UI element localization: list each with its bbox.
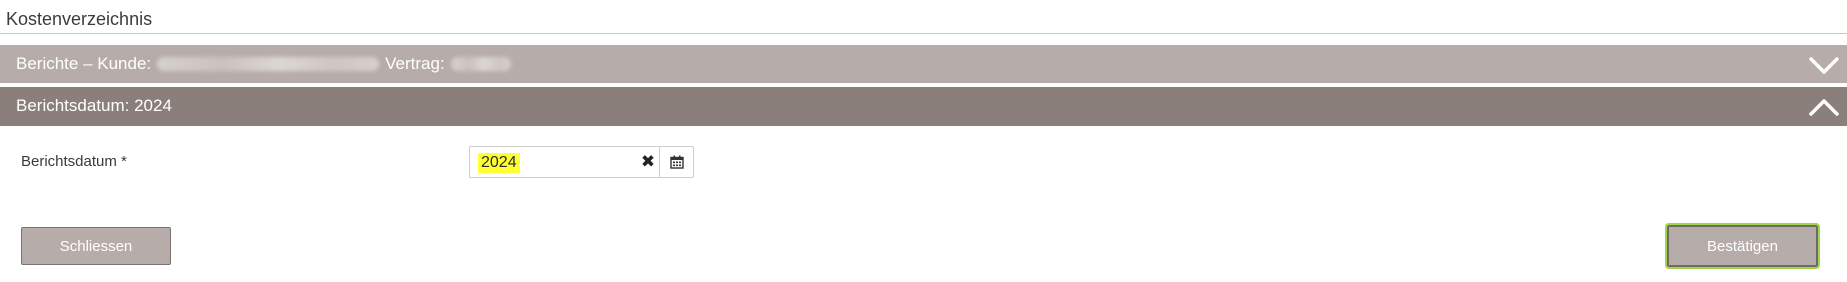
date-input[interactable]: 2024: [478, 153, 520, 173]
page-title: Kostenverzeichnis: [6, 9, 153, 29]
accordion-date-header[interactable]: Berichtsdatum: 2024: [0, 87, 1847, 126]
close-button[interactable]: Schliessen: [21, 227, 171, 265]
date-picker[interactable]: 2024 ✖: [469, 146, 694, 178]
accordion-date-title: Berichtsdatum: 2024: [16, 96, 172, 115]
reports-contract-label: Vertrag:: [385, 54, 445, 73]
accordion-reports-header[interactable]: Berichte – Kunde: Vertrag:: [0, 45, 1847, 83]
confirm-button[interactable]: Bestätigen: [1665, 223, 1820, 269]
calendar-button[interactable]: [659, 147, 693, 177]
chevron-down-icon[interactable]: [1807, 48, 1841, 82]
redacted-contract-number: [450, 57, 511, 71]
accordion-reports-title: Berichte – Kunde: Vertrag:: [16, 54, 517, 74]
date-field-label: Berichtsdatum *: [21, 153, 127, 170]
reports-customer-label: Berichte – Kunde:: [16, 54, 152, 73]
clear-icon[interactable]: ✖: [637, 151, 659, 173]
chevron-up-icon[interactable]: [1807, 90, 1841, 124]
calendar-icon: [670, 155, 684, 169]
page-header: Kostenverzeichnis: [0, 0, 1847, 34]
redacted-customer-name: [157, 57, 380, 71]
